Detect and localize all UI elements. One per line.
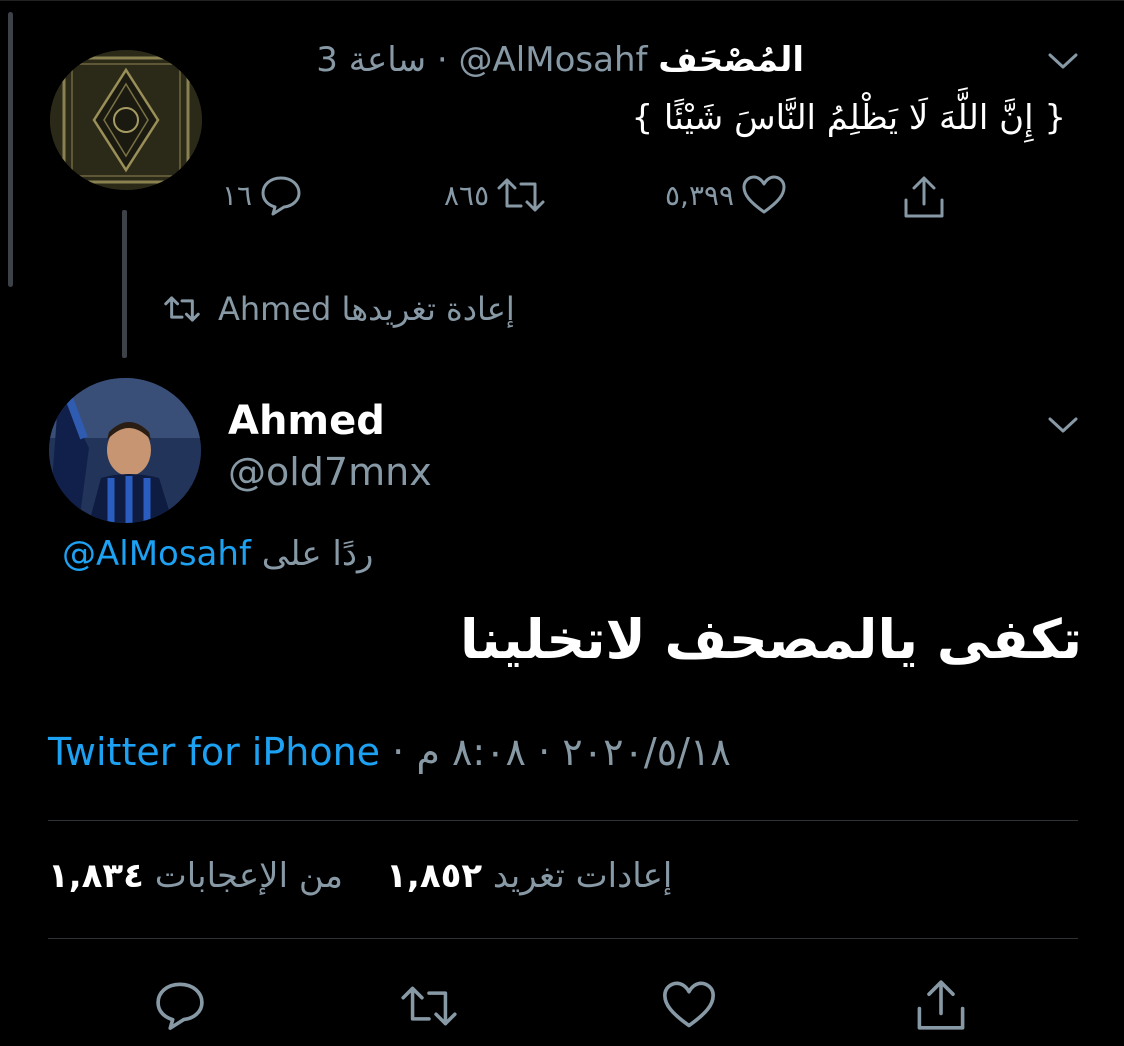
tweet1-header: 3 ساعة · @AlMosahf المُصْحَف [316, 40, 804, 80]
separator: · [392, 730, 405, 774]
like-action[interactable]: ٥,٣٩٩ [665, 172, 788, 218]
avatar-ahmed[interactable] [49, 378, 201, 523]
replying-to-handle[interactable]: @AlMosahf [62, 534, 251, 574]
divider [48, 820, 1078, 821]
replying-to-label: ردًا على [261, 534, 374, 574]
reply-action[interactable]: ١٦ [222, 172, 304, 218]
share-action[interactable] [900, 172, 948, 222]
avatar-almosahf[interactable] [50, 50, 202, 190]
tweet1-text: { إِنَّ اللَّهَ لَا يَظْلِمُ النَّاسَ شَ… [631, 98, 1066, 138]
tweet-source[interactable]: Twitter for iPhone [48, 730, 380, 774]
tweet2-text: تكفى يالمصحف لاتخلينا [459, 608, 1082, 671]
tweet2-meta: Twitter for iPhone · ٢٠٢٠/٥/١٨ · ٨:٠٨ م [48, 730, 731, 774]
retweet-icon[interactable] [398, 979, 460, 1033]
retweets-label[interactable]: إعادات تغريد [493, 856, 672, 896]
tweet2-stats: إعادات تغريد ١,٨٥٢ من الإعجابات ١,٨٣٤ [48, 856, 672, 896]
tweet2-handle[interactable]: @old7mnx [228, 450, 432, 494]
scrollbar[interactable] [8, 12, 13, 287]
replying-to: @AlMosahf ردًا على [62, 534, 373, 574]
reply-icon [261, 176, 301, 216]
tweet2-actions [0, 975, 1124, 1035]
retweeted-by-text: Ahmed إعادة تغريدها [218, 290, 515, 328]
tweet1-handle[interactable]: @AlMosahf [459, 40, 648, 80]
top-divider [0, 0, 1124, 1]
separator: · [436, 40, 448, 80]
like-icon[interactable] [660, 977, 718, 1033]
reply-count: ١٦ [222, 178, 253, 212]
retweet-icon [164, 296, 200, 322]
retweet-icon [497, 178, 545, 212]
retweeted-by-banner[interactable]: Ahmed إعادة تغريدها [160, 290, 515, 328]
tweet1-actions: ١٦ ٨٦٥ ٥,٣٩٩ [0, 172, 1124, 222]
like-count: ٥,٣٩٩ [665, 178, 735, 212]
chevron-down-icon[interactable] [1048, 416, 1078, 434]
likes-label[interactable]: من الإعجابات [155, 856, 343, 896]
profile-photo [49, 378, 201, 523]
like-icon [742, 175, 786, 214]
divider [48, 938, 1078, 939]
share-icon [904, 176, 944, 218]
likes-value[interactable]: ١,٨٣٤ [48, 856, 144, 896]
retweet-count: ٨٦٥ [444, 178, 490, 212]
chevron-down-icon[interactable] [1048, 52, 1078, 70]
retweet-action[interactable]: ٨٦٥ [444, 172, 547, 218]
thread-connector-line [122, 210, 127, 358]
separator: · [538, 730, 551, 774]
retweets-value[interactable]: ١,٨٥٢ [386, 856, 482, 896]
tweet-time: ٨:٠٨ م [416, 730, 526, 774]
tweet1-display-name[interactable]: المُصْحَف [658, 40, 804, 80]
tweet1-time: 3 ساعة [316, 40, 427, 80]
quran-cover-image [50, 50, 202, 190]
share-icon[interactable] [912, 975, 970, 1035]
tweet-date: ٢٠٢٠/٥/١٨ [562, 730, 731, 774]
tweet2-display-name[interactable]: Ahmed [228, 398, 385, 444]
reply-icon[interactable] [152, 977, 208, 1033]
